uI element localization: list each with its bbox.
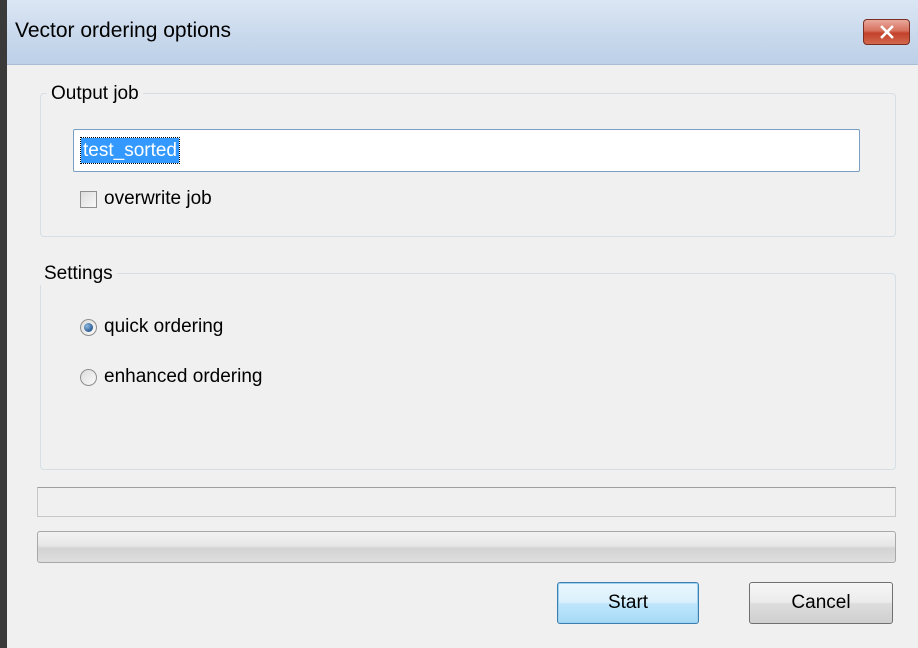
enhanced-ordering-radio[interactable] [80,368,97,386]
cancel-button[interactable]: Cancel [749,582,893,624]
quick-ordering-label: quick ordering [104,316,224,337]
enhanced-ordering-label: enhanced ordering [104,366,263,387]
quick-ordering-row[interactable]: quick ordering [80,316,223,338]
status-field [37,487,896,517]
close-x-icon [879,25,894,39]
quick-ordering-radio[interactable] [80,318,97,336]
title-bar[interactable]: Vector ordering options [7,0,918,65]
overwrite-job-label: overwrite job [104,188,212,209]
job-name-input[interactable]: test_sorted [73,129,860,172]
progress-bar [37,531,896,563]
overwrite-job-row[interactable]: overwrite job [80,188,212,210]
window-title: Vector ordering options [15,19,231,42]
overwrite-job-checkbox[interactable] [80,190,97,208]
settings-legend: Settings [40,263,117,285]
close-button[interactable] [863,19,910,45]
job-name-value: test_sorted [80,137,180,164]
start-button[interactable]: Start [557,582,699,624]
output-job-legend: Output job [47,83,143,105]
enhanced-ordering-row[interactable]: enhanced ordering [80,366,262,388]
